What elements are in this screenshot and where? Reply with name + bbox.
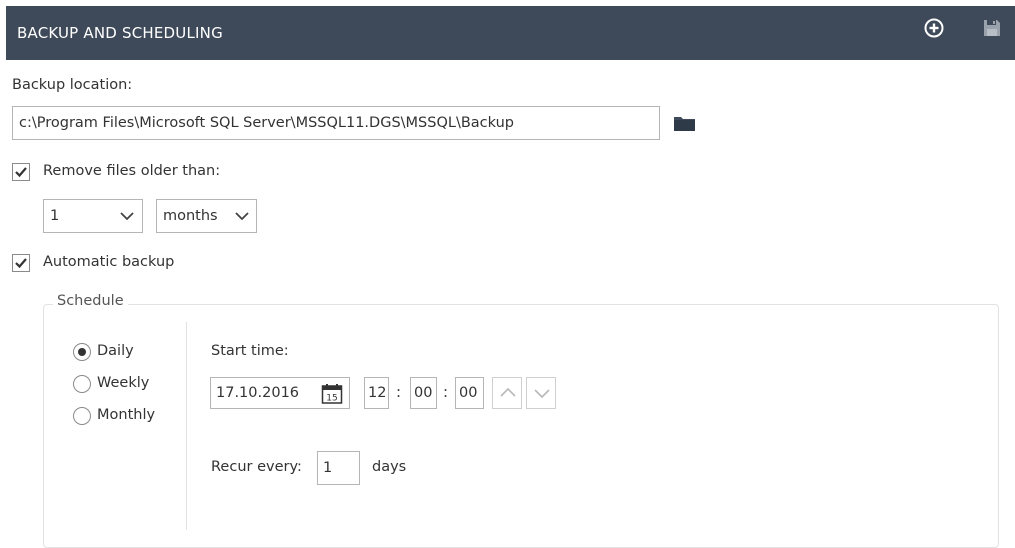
radio-daily-label: Daily bbox=[97, 343, 134, 359]
calendar-day: 15 bbox=[326, 394, 337, 404]
retention-amount-value: 1 bbox=[50, 208, 60, 224]
radio-selected-dot bbox=[78, 348, 86, 356]
time-increment-button[interactable] bbox=[492, 377, 522, 409]
chevron-down-icon bbox=[120, 212, 134, 221]
radio-monthly[interactable] bbox=[73, 407, 91, 425]
retention-unit-select[interactable]: months bbox=[156, 199, 257, 233]
chevron-up-icon bbox=[500, 387, 516, 397]
recur-every-input[interactable]: 1 bbox=[317, 451, 360, 485]
schedule-legend: Schedule bbox=[53, 293, 128, 309]
folder-icon[interactable] bbox=[673, 113, 697, 133]
hour-value: 12 bbox=[368, 385, 387, 401]
schedule-divider bbox=[186, 322, 187, 530]
radio-weekly-label: Weekly bbox=[97, 375, 150, 391]
start-date-input[interactable]: 17.10.2016 15 bbox=[210, 377, 350, 409]
section-title: BACKUP AND SCHEDULING bbox=[17, 24, 223, 42]
checkmark-icon bbox=[15, 258, 27, 269]
remove-old-files-label: Remove files older than: bbox=[43, 163, 221, 179]
backup-location-label: Backup location: bbox=[12, 77, 133, 93]
retention-unit-value: months bbox=[163, 208, 218, 224]
retention-amount-select[interactable]: 1 bbox=[43, 199, 143, 233]
recur-every-label: Recur every: bbox=[211, 459, 302, 475]
automatic-backup-label: Automatic backup bbox=[43, 254, 175, 270]
automatic-backup-checkbox[interactable] bbox=[12, 254, 30, 272]
start-time-label: Start time: bbox=[211, 343, 289, 359]
second-input[interactable]: 00 bbox=[455, 377, 484, 409]
remove-old-files-checkbox[interactable] bbox=[12, 163, 30, 181]
time-decrement-button[interactable] bbox=[526, 377, 556, 409]
radio-monthly-label: Monthly bbox=[97, 407, 156, 423]
section-header: BACKUP AND SCHEDULING bbox=[6, 6, 1015, 60]
start-date-value: 17.10.2016 bbox=[216, 385, 300, 401]
radio-weekly[interactable] bbox=[73, 375, 91, 393]
checkmark-icon bbox=[15, 167, 27, 178]
recur-every-value: 1 bbox=[323, 460, 333, 476]
hour-input[interactable]: 12 bbox=[364, 377, 389, 409]
radio-daily[interactable] bbox=[73, 343, 91, 361]
add-circle-icon[interactable] bbox=[923, 17, 945, 39]
time-separator: : bbox=[443, 383, 449, 401]
save-icon[interactable] bbox=[981, 17, 1003, 39]
calendar-icon[interactable]: 15 bbox=[321, 383, 343, 405]
recur-unit-label: days bbox=[372, 459, 407, 475]
minute-input[interactable]: 00 bbox=[410, 377, 437, 409]
backup-location-input[interactable] bbox=[12, 106, 660, 140]
chevron-down-icon bbox=[534, 389, 550, 399]
time-separator: : bbox=[396, 383, 402, 401]
second-value: 00 bbox=[459, 385, 478, 401]
chevron-down-icon bbox=[235, 212, 249, 221]
minute-value: 00 bbox=[414, 385, 433, 401]
